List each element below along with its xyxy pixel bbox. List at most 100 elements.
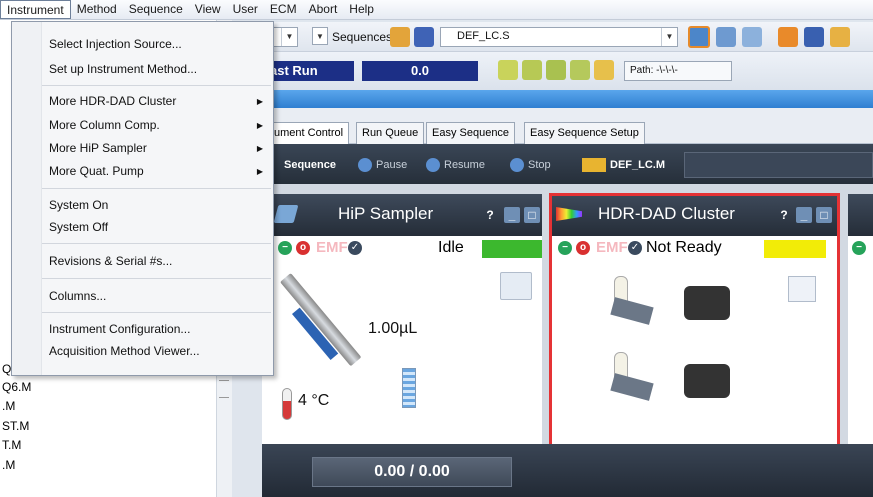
- help-button[interactable]: ?: [482, 207, 498, 223]
- tab-run-queue[interactable]: Run Queue: [356, 122, 425, 144]
- menu-item-select-injection-source[interactable]: Select Injection Source...: [49, 37, 182, 51]
- list-item[interactable]: .M: [2, 458, 15, 472]
- menu-item-more-quat-pump[interactable]: More Quat. Pump: [49, 164, 144, 178]
- next-module-status-row: −: [848, 236, 873, 262]
- menu-item-system-on[interactable]: System On: [49, 198, 108, 212]
- lock-icon[interactable]: [594, 60, 614, 80]
- menu-separator: [42, 188, 271, 189]
- sequence-file-select[interactable]: DEF_LC.S ▼: [440, 27, 678, 47]
- highlight-frame: [549, 193, 840, 447]
- next-module-body: [848, 262, 873, 444]
- tab-instrument-control[interactable]: ument Control: [268, 122, 350, 145]
- path-field: Path: -\-\-\-: [624, 61, 732, 81]
- menu-abort[interactable]: Abort: [303, 0, 344, 19]
- sampler-emf-label: EMF: [316, 239, 348, 256]
- chevron-right-icon: ▶: [256, 167, 263, 176]
- open-folder-icon[interactable]: [390, 27, 410, 47]
- list-item[interactable]: ST.M: [2, 419, 29, 433]
- view-tabs: ument Control Run Queue Easy Sequence Ea…: [268, 108, 873, 145]
- method-field: [684, 152, 873, 178]
- well-plate-icon: [402, 368, 416, 408]
- resume-button[interactable]: Resume: [426, 156, 485, 174]
- check-icon: ✓: [348, 241, 362, 255]
- chevron-right-icon: ▶: [256, 121, 263, 130]
- menu-item-revisions-serial[interactable]: Revisions & Serial #s...: [49, 254, 172, 268]
- sequence-file-name: DEF_LC.S: [457, 30, 510, 42]
- copy-icon[interactable]: [830, 27, 850, 47]
- menu-separator: [42, 243, 271, 244]
- sequence-button[interactable]: Sequence: [284, 156, 336, 174]
- menu-item-system-off[interactable]: System Off: [49, 220, 108, 234]
- chevron-right-icon: ▶: [256, 97, 263, 106]
- layout-icon[interactable]: [688, 26, 710, 48]
- stop-button[interactable]: Stop: [510, 156, 551, 174]
- menu-user[interactable]: User: [227, 0, 264, 19]
- menu-view[interactable]: View: [189, 0, 227, 19]
- menu-item-more-hdr-dad-cluster[interactable]: More HDR-DAD Cluster: [49, 94, 176, 108]
- sampler-standby-icon[interactable]: −: [278, 241, 292, 255]
- instrument-menu: Select Injection Source... Set up Instru…: [11, 21, 274, 376]
- sequence-dropdown-toggle[interactable]: ▼: [312, 27, 328, 47]
- run-icon[interactable]: [546, 60, 566, 80]
- sampler-status: Idle: [438, 239, 464, 256]
- menu-help[interactable]: Help: [343, 0, 380, 19]
- sampler-title: HiP Sampler: [338, 204, 434, 223]
- chevron-down-icon: ▼: [281, 28, 297, 46]
- list-item[interactable]: .M: [2, 399, 15, 413]
- sampler-header: HiP Sampler ? _ □: [262, 194, 542, 236]
- menu-method[interactable]: Method: [71, 0, 123, 19]
- sampler-temperature: 4 °C: [298, 392, 330, 409]
- next-module-standby-icon[interactable]: −: [852, 241, 866, 255]
- stop-icon: [510, 158, 524, 173]
- title-strip: [268, 90, 873, 108]
- maximize-button[interactable]: □: [524, 207, 540, 223]
- sampler-power-icon[interactable]: o: [296, 241, 310, 255]
- scroll-thumb[interactable]: [219, 380, 229, 398]
- run-icon[interactable]: [498, 60, 518, 80]
- play-icon: [426, 158, 440, 173]
- chevron-down-icon: ▼: [312, 27, 328, 45]
- run-icon[interactable]: [570, 60, 590, 80]
- menu-item-acquisition-method-viewer[interactable]: Acquisition Method Viewer...: [49, 344, 200, 358]
- menu-separator: [42, 85, 271, 86]
- tab-easy-sequence[interactable]: Easy Sequence: [426, 122, 516, 144]
- menu-item-columns[interactable]: Columns...: [49, 289, 106, 303]
- run-control-bar: Sequence Pause Resume Stop DEF_LC.M: [262, 144, 873, 184]
- menu-instrument[interactable]: Instrument: [0, 0, 71, 19]
- next-module-header: [848, 194, 873, 236]
- menu-separator: [42, 278, 271, 279]
- run-progress-bar: 0.00 / 0.00: [262, 444, 873, 497]
- menu-gutter: [12, 22, 42, 375]
- menu-item-set-up-instrument-method[interactable]: Set up Instrument Method...: [49, 62, 197, 76]
- menu-item-more-column-comp[interactable]: More Column Comp.: [49, 118, 160, 132]
- tray-icon[interactable]: [500, 272, 532, 300]
- sampler-body: 1.00µL 4 °C: [262, 262, 542, 444]
- sequences-label: Sequences: [332, 30, 393, 44]
- sampler-status-indicator: [482, 240, 542, 258]
- run-icon[interactable]: [522, 60, 542, 80]
- menu-item-more-hip-sampler[interactable]: More HiP Sampler: [49, 141, 147, 155]
- sampler-status-row: − o EMF ✓ Idle: [262, 236, 542, 262]
- thermometer-icon: [282, 388, 292, 420]
- method-button[interactable]: DEF_LC.M: [582, 156, 665, 174]
- sampler-icon: [273, 205, 299, 223]
- menu-sequence[interactable]: Sequence: [123, 0, 189, 19]
- save-icon[interactable]: [414, 27, 434, 47]
- minimize-button[interactable]: _: [504, 207, 520, 223]
- menu-separator: [42, 312, 271, 313]
- run-progress-value: 0.00 / 0.00: [312, 457, 512, 487]
- list-item[interactable]: Q6.M: [2, 380, 31, 394]
- window-icon[interactable]: [716, 27, 736, 47]
- last-run-label: ast Run: [268, 61, 354, 81]
- menu-item-instrument-configuration[interactable]: Instrument Configuration...: [49, 322, 190, 336]
- pause-button[interactable]: Pause: [358, 156, 407, 174]
- export-icon[interactable]: [804, 27, 824, 47]
- list-item[interactable]: T.M: [2, 438, 21, 452]
- injection-volume: 1.00µL: [368, 320, 418, 337]
- menu-ecm[interactable]: ECM: [264, 0, 303, 19]
- report-icon[interactable]: [778, 27, 798, 47]
- menu-bar: Instrument Method Sequence View User ECM…: [0, 0, 873, 20]
- chart-icon[interactable]: [742, 27, 762, 47]
- path-label: Path: -\-\-\-: [630, 65, 678, 76]
- tab-easy-sequence-setup[interactable]: Easy Sequence Setup: [524, 122, 645, 144]
